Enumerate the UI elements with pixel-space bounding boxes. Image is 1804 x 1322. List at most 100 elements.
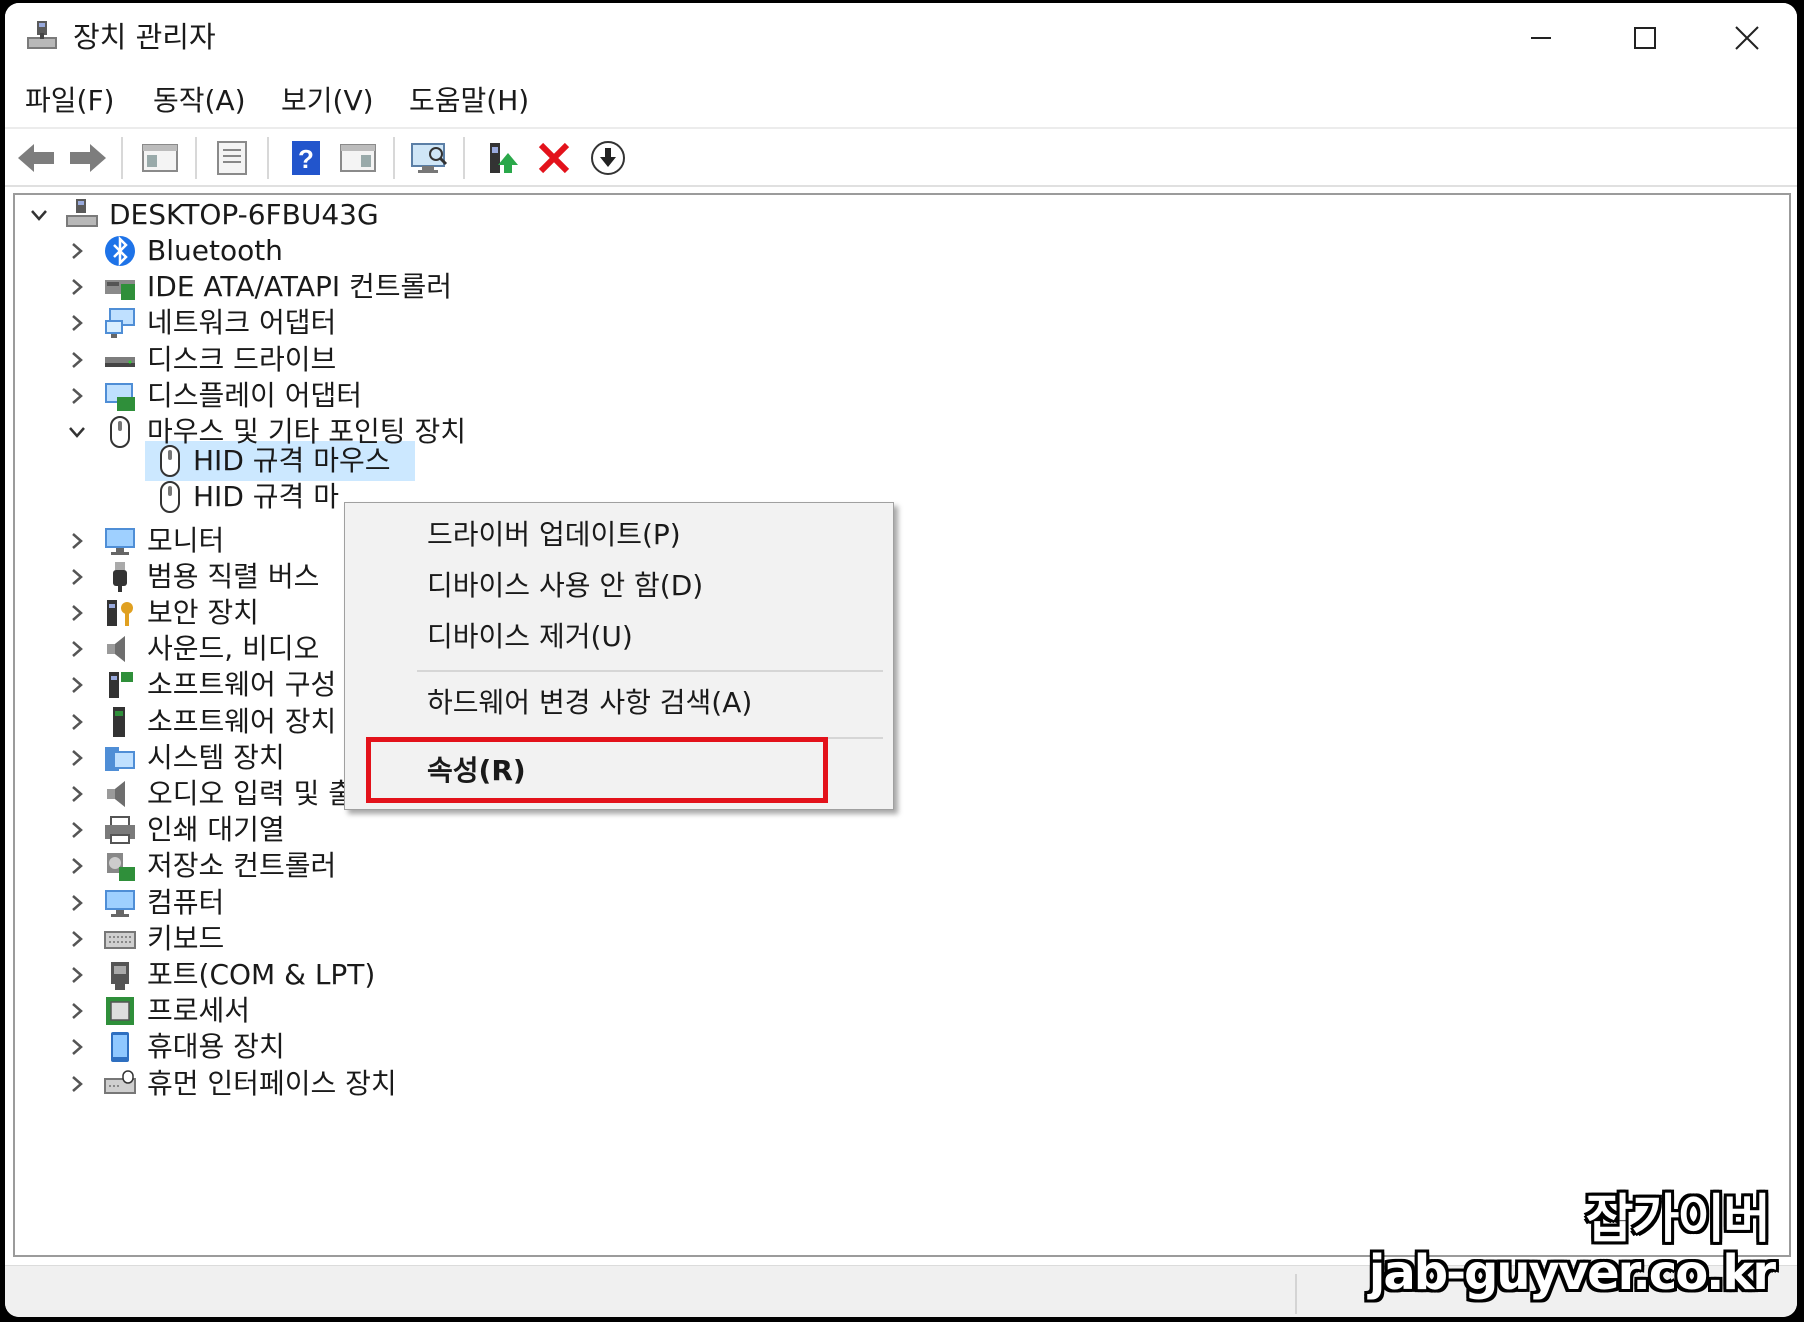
- device-tree[interactable]: DESKTOP-6FBU43G HID 규격 마우스 HID 규격 마 Blue…: [13, 193, 1791, 1257]
- menu-update-driver[interactable]: 드라이버 업데이트(P): [427, 513, 681, 557]
- menu-help[interactable]: 도움말(H): [409, 81, 529, 121]
- chevron-right-icon[interactable]: [67, 277, 87, 297]
- print-queue-icon: [105, 816, 135, 845]
- chevron-right-icon[interactable]: [67, 639, 87, 659]
- monitor-icon: [105, 527, 135, 555]
- properties-highlight-box: [366, 737, 828, 803]
- tree-category-label[interactable]: 시스템 장치: [147, 738, 285, 778]
- chevron-right-icon[interactable]: [67, 1037, 87, 1057]
- tree-category-label[interactable]: 소프트웨어 장치: [147, 702, 336, 742]
- tree-category-label[interactable]: IDE ATA/ATAPI 컨트롤러: [147, 267, 452, 307]
- title-bar[interactable]: 장치 관리자: [5, 3, 1797, 73]
- uninstall-button[interactable]: [531, 135, 577, 181]
- menu-view[interactable]: 보기(V): [281, 81, 374, 121]
- back-button[interactable]: [13, 135, 59, 181]
- tree-category-label[interactable]: 컴퓨터: [147, 883, 224, 923]
- ide-controller-icon: [105, 280, 135, 301]
- show-hide-console-tree-icon: [142, 144, 178, 172]
- tree-category-label[interactable]: 마우스 및 기타 포인팅 장치: [147, 412, 466, 452]
- tree-category-label[interactable]: 네트워크 어댑터: [147, 303, 336, 343]
- watermark-url: jab-guyver.co.kr: [1368, 1245, 1776, 1301]
- toolbar-separator: [267, 137, 269, 179]
- computer-root-icon: [66, 199, 98, 227]
- maximize-button[interactable]: [1593, 3, 1697, 73]
- help-icon: ?: [292, 141, 320, 175]
- tree-category-label[interactable]: 휴대용 장치: [147, 1027, 285, 1067]
- tree-category-label[interactable]: 보안 장치: [147, 593, 259, 633]
- tree-category-label[interactable]: 휴먼 인터페이스 장치: [147, 1064, 397, 1104]
- chevron-down-icon[interactable]: [29, 205, 49, 225]
- menu-uninstall-device[interactable]: 디바이스 제거(U): [427, 615, 633, 659]
- chevron-right-icon[interactable]: [67, 929, 87, 949]
- tree-category-label[interactable]: 디스플레이 어댑터: [147, 376, 362, 416]
- action-pane-icon: [340, 144, 376, 172]
- tree-category-label[interactable]: 포트(COM & LPT): [147, 955, 375, 995]
- tree-category-label[interactable]: 범용 직렬 버스: [147, 557, 319, 597]
- uninstall-icon: [538, 142, 570, 174]
- tree-category-label[interactable]: 저장소 컨트롤러: [147, 846, 336, 886]
- chevron-right-icon[interactable]: [67, 241, 87, 261]
- menu-scan-hardware[interactable]: 하드웨어 변경 사항 검색(A): [427, 681, 752, 725]
- tree-root-label[interactable]: DESKTOP-6FBU43G: [109, 195, 379, 235]
- chevron-right-icon[interactable]: [67, 820, 87, 840]
- software-component-icon: [109, 672, 133, 699]
- menu-action[interactable]: 동작(A): [153, 81, 246, 121]
- toolbar-divider: [5, 185, 1797, 187]
- chevron-right-icon[interactable]: [67, 893, 87, 913]
- tree-category-label[interactable]: 키보드: [147, 919, 224, 959]
- tree-category-label[interactable]: 디스크 드라이브: [147, 340, 336, 380]
- chevron-right-icon[interactable]: [67, 531, 87, 551]
- svg-text:?: ?: [298, 144, 314, 174]
- audio-io-icon: [107, 781, 125, 807]
- chevron-right-icon[interactable]: [67, 603, 87, 623]
- chevron-right-icon[interactable]: [67, 675, 87, 695]
- menu-disable-device[interactable]: 디바이스 사용 안 함(D): [427, 564, 703, 608]
- menu-bar: 파일(F) 동작(A) 보기(V) 도움말(H): [5, 75, 1797, 127]
- chevron-right-icon[interactable]: [67, 784, 87, 804]
- minimize-button[interactable]: [1489, 3, 1593, 73]
- tree-category-label[interactable]: 인쇄 대기열: [147, 810, 285, 850]
- disk-drive-icon: [105, 356, 135, 367]
- sound-icon: [107, 636, 125, 663]
- menu-file[interactable]: 파일(F): [25, 81, 114, 121]
- portable-device-icon: [111, 1032, 129, 1063]
- close-button[interactable]: [1695, 3, 1797, 73]
- tree-category-label[interactable]: 사운드, 비디오: [147, 629, 319, 669]
- tree-item-hid-mouse-2[interactable]: HID 규격 마: [193, 477, 339, 517]
- forward-button[interactable]: [65, 135, 111, 181]
- tree-category-label[interactable]: 모니터: [147, 521, 224, 561]
- action-pane-button[interactable]: [335, 135, 381, 181]
- maximize-icon: [1634, 27, 1656, 49]
- tree-category-label[interactable]: Bluetooth: [147, 231, 283, 271]
- chevron-right-icon[interactable]: [67, 965, 87, 985]
- update-driver-button[interactable]: [479, 135, 525, 181]
- hid-icon: [104, 1069, 136, 1094]
- tree-category-label[interactable]: 프로세서: [147, 991, 250, 1031]
- tree-category-label[interactable]: 소프트웨어 구성: [147, 665, 336, 705]
- chevron-right-icon[interactable]: [67, 712, 87, 732]
- enable-device-button[interactable]: [585, 135, 631, 181]
- window-title: 장치 관리자: [73, 20, 216, 54]
- chevron-right-icon[interactable]: [67, 748, 87, 768]
- chevron-right-icon[interactable]: [67, 1074, 87, 1094]
- watermark-title: 잡가이버: [1585, 1190, 1771, 1250]
- properties-icon: [217, 141, 247, 175]
- chevron-right-icon[interactable]: [67, 856, 87, 876]
- help-button[interactable]: ?: [283, 135, 329, 181]
- scan-hardware-button[interactable]: [407, 135, 453, 181]
- chevron-down-icon[interactable]: [67, 422, 87, 442]
- usb-icon: [113, 561, 127, 592]
- minimize-icon: [1531, 37, 1551, 39]
- chevron-right-icon[interactable]: [67, 1001, 87, 1021]
- chevron-right-icon[interactable]: [67, 313, 87, 333]
- display-adapter-icon: [105, 382, 135, 411]
- chevron-right-icon[interactable]: [67, 386, 87, 406]
- computer-icon: [105, 889, 135, 917]
- console-tree-button[interactable]: [137, 135, 183, 181]
- close-icon: [1735, 26, 1759, 50]
- menu-separator: [417, 670, 883, 672]
- properties-button[interactable]: [209, 135, 255, 181]
- chevron-right-icon[interactable]: [67, 350, 87, 370]
- chevron-right-icon[interactable]: [67, 567, 87, 587]
- keyboard-icon: [104, 930, 136, 949]
